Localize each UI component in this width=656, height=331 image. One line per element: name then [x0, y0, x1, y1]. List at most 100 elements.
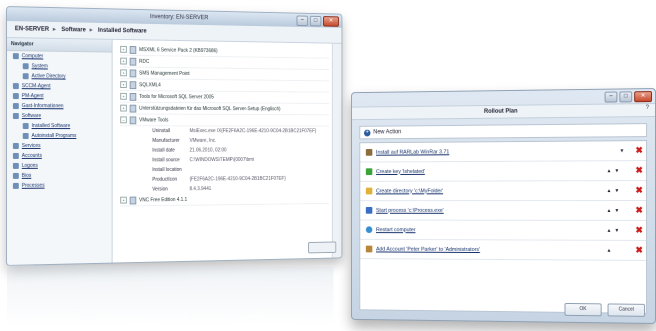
expand-icon[interactable]: +: [120, 92, 127, 100]
nav-item-processes[interactable]: Processes: [7, 180, 112, 191]
move-up-icon[interactable]: ▲: [607, 207, 615, 213]
agent-icon: [12, 93, 19, 100]
new-action-button[interactable]: + New Action: [359, 123, 648, 140]
minimize-button[interactable]: –: [296, 15, 309, 27]
move-down-icon[interactable]: ▼: [614, 207, 622, 213]
autoinstall-icon: [22, 133, 29, 139]
action-list: Install auf RARLab WinRar 3.71 ▼ ✖ Creat…: [359, 140, 648, 314]
move-down-icon[interactable]: ▼: [607, 148, 628, 154]
nav-item-software[interactable]: Software: [7, 111, 112, 121]
action-label[interactable]: Install auf RARLab WinRar 3.71: [376, 148, 603, 155]
user-icon: [365, 245, 373, 253]
action-label[interactable]: Add Account 'Peter Parker' to 'Administr…: [376, 246, 603, 253]
nav-item-accounts[interactable]: Accounts: [7, 151, 112, 161]
agent-icon: [12, 83, 19, 90]
install-icon: [365, 148, 373, 156]
expand-icon[interactable]: +: [120, 81, 127, 89]
package-icon: [129, 45, 137, 54]
nav-item-gast-info[interactable]: Gast-Informationen: [7, 101, 112, 111]
ok-button[interactable]: OK: [564, 302, 602, 317]
info-icon: [12, 103, 19, 110]
action-row[interactable]: Create directory 'c:\MyFolder' ▲▼ ✖: [360, 181, 647, 202]
bios-icon: [12, 172, 19, 179]
expand-icon[interactable]: +: [120, 69, 127, 77]
delete-icon[interactable]: ✖: [632, 245, 646, 256]
action-row[interactable]: Add Account 'Peter Parker' to 'Administr…: [360, 239, 647, 261]
expand-icon[interactable]: +: [120, 57, 127, 65]
software-tree: + MSXML 6 Service Pack 2 (KB973686) + RDC …: [120, 43, 330, 207]
nav-item-pm-agent[interactable]: PM-Agent: [7, 91, 112, 102]
cancel-button[interactable]: Cancel: [607, 303, 646, 317]
delete-icon[interactable]: ✖: [632, 165, 646, 176]
breadcrumb-item[interactable]: EN-SERVER: [15, 26, 49, 33]
rollout-plan-dialog: – □ ✕ Rollout Plan ? + New Action Instal…: [351, 88, 656, 324]
move-up-icon[interactable]: ▲: [607, 168, 615, 174]
processes-icon: [12, 182, 19, 189]
nav-item-logons[interactable]: Logons: [7, 161, 112, 171]
new-action-label: New Action: [373, 129, 402, 136]
tree-row[interactable]: + Unterstützungsdateien für das Microsoft…: [120, 102, 330, 116]
package-icon: [129, 104, 137, 113]
nav-item-installed-software[interactable]: Installed Software: [7, 121, 112, 131]
vertical-scrollbar[interactable]: [331, 43, 342, 258]
maximize-button[interactable]: □: [619, 91, 633, 103]
action-row[interactable]: Restart computer ▲▼ ✖: [360, 220, 647, 241]
move-down-icon[interactable]: ▼: [614, 188, 622, 194]
window-controls: – □ ✕: [296, 15, 339, 27]
action-label[interactable]: Start process 'c:\Process.exe': [376, 207, 603, 213]
help-icon[interactable]: ?: [646, 105, 649, 111]
inventory-ok-button[interactable]: [308, 241, 337, 254]
detail-row: Manufacturer VMware, Inc.: [152, 137, 217, 144]
reorder-arrows: ▼: [607, 148, 629, 154]
delete-icon[interactable]: ✖: [632, 145, 646, 156]
reorder-arrows: ▲▼: [607, 168, 629, 174]
services-icon: [12, 142, 19, 149]
action-label[interactable]: Create directory 'c:\MyFolder': [376, 188, 603, 194]
move-down-icon[interactable]: ▼: [614, 227, 622, 233]
delete-icon[interactable]: ✖: [632, 205, 646, 216]
system-icon: [22, 63, 29, 70]
delete-icon[interactable]: ✖: [632, 225, 646, 236]
navigator-panel: Navigator Computer System Active Directo…: [6, 38, 113, 265]
directory-icon: [22, 73, 29, 80]
software-icon: [12, 113, 19, 120]
reorder-arrows: ▲▼: [607, 188, 629, 194]
package-icon: [129, 115, 137, 124]
inventory-window: Inventory: EN-SERVER – □ ✕ EN-SERVER ▸ So…: [6, 6, 343, 266]
close-button[interactable]: ✕: [634, 91, 653, 103]
delete-icon[interactable]: ✖: [632, 185, 646, 196]
breadcrumb-item[interactable]: Installed Software: [98, 28, 147, 35]
tree-row-expanded[interactable]: – VMware Tools: [120, 114, 330, 127]
package-icon: [129, 57, 137, 66]
action-label[interactable]: Restart computer: [376, 227, 603, 234]
expand-icon[interactable]: +: [120, 196, 127, 204]
stage: Inventory: EN-SERVER – □ ✕ EN-SERVER ▸ So…: [0, 0, 656, 331]
move-down-icon[interactable]: ▼: [614, 168, 622, 174]
action-row[interactable]: Create key 'lshelated' ▲▼ ✖: [360, 161, 647, 182]
maximize-button[interactable]: □: [309, 15, 322, 27]
package-icon: [129, 80, 137, 89]
action-row[interactable]: Install auf RARLab WinRar 3.71 ▼ ✖: [360, 141, 647, 163]
minimize-button[interactable]: –: [604, 91, 618, 103]
nav-item-autoinstall[interactable]: Autoinstall Programs: [7, 131, 112, 141]
move-up-icon[interactable]: ▲: [607, 247, 615, 253]
software-tree-panel: + MSXML 6 Service Pack 2 (KB973686) + RDC …: [112, 39, 342, 263]
move-up-icon[interactable]: ▲: [607, 227, 615, 233]
breadcrumb-item[interactable]: Software: [61, 27, 85, 33]
close-button[interactable]: ✕: [323, 16, 339, 27]
expand-icon[interactable]: +: [120, 104, 127, 112]
reorder-arrows: ▲: [607, 247, 629, 253]
inventory-title: Inventory: EN-SERVER: [149, 14, 209, 22]
window-controls: – □ ✕: [604, 91, 653, 103]
installed-software-icon: [22, 123, 29, 130]
tree-row[interactable]: + VNC Free Edition 4.1.1: [120, 192, 330, 207]
move-up-icon[interactable]: ▲: [607, 188, 615, 194]
nav-item-services[interactable]: Services: [7, 141, 112, 151]
expand-icon[interactable]: +: [120, 45, 127, 53]
restart-icon: [365, 226, 373, 234]
collapse-icon[interactable]: –: [120, 116, 127, 124]
logons-icon: [12, 162, 19, 169]
action-row[interactable]: Start process 'c:\Process.exe' ▲▼ ✖: [360, 201, 647, 221]
action-label[interactable]: Create key 'lshelated': [376, 168, 603, 175]
add-icon: +: [363, 129, 371, 136]
